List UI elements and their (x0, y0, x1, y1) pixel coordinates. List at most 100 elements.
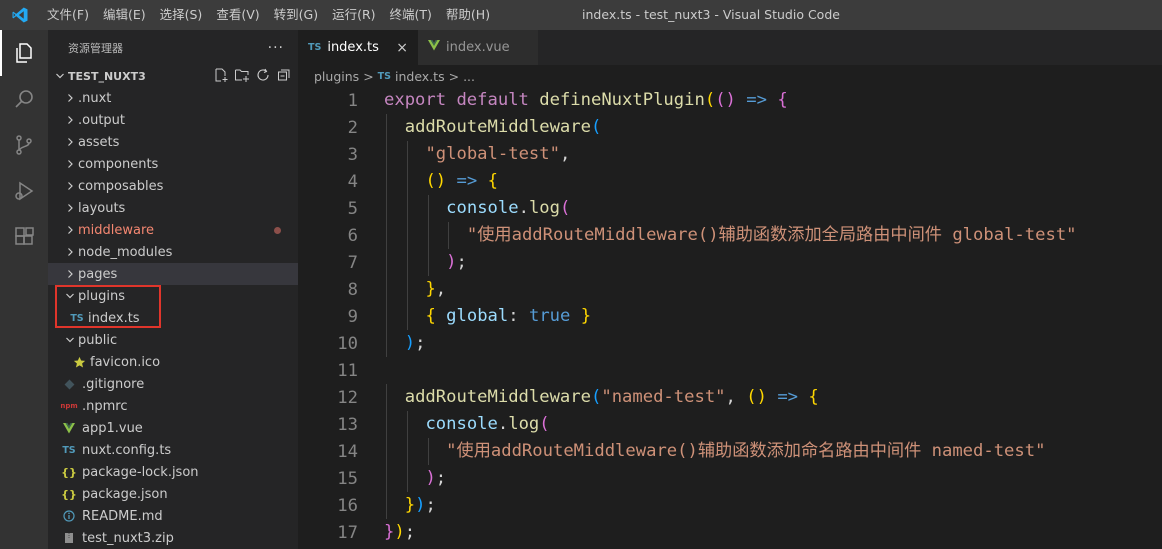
extensions-icon[interactable] (0, 214, 48, 260)
source-control-icon[interactable] (0, 122, 48, 168)
menu-edit[interactable]: 编辑(E) (96, 0, 153, 30)
tree-item-components[interactable]: components (48, 153, 298, 175)
more-actions-icon[interactable]: ··· (268, 40, 284, 56)
search-icon[interactable] (0, 76, 48, 122)
line-number: 2 (347, 117, 358, 138)
menu-view[interactable]: 查看(V) (209, 0, 266, 30)
new-file-icon[interactable] (213, 67, 229, 86)
tree-item-middleware[interactable]: middleware (48, 219, 298, 241)
tree-item-label: app1.vue (82, 420, 143, 436)
activity-bar (0, 30, 48, 549)
code-line[interactable]: 4 () => { (298, 168, 1162, 195)
tab-index-ts[interactable]: TS index.ts × (298, 30, 418, 65)
line-number: 17 (337, 522, 358, 543)
code-text: addRouteMiddleware( (404, 117, 602, 137)
tree-item-gitignore[interactable]: .gitignore (48, 373, 298, 395)
run-debug-icon[interactable] (0, 168, 48, 214)
tree-item-npmrc[interactable]: npm .npmrc (48, 395, 298, 417)
project-root[interactable]: TEST_NUXT3 (48, 65, 298, 87)
tree-item-label: .nuxt (78, 90, 112, 106)
tree-item-label: test_nuxt3.zip (82, 530, 174, 546)
code-line[interactable]: 6 "使用addRouteMiddleware()辅助函数添加全局路由中间件 g… (298, 222, 1162, 249)
menu-terminal[interactable]: 终端(T) (383, 0, 439, 30)
code-line[interactable]: 2 addRouteMiddleware( (298, 114, 1162, 141)
tree-item-label: layouts (78, 200, 126, 216)
tree-item-label: .output (78, 112, 126, 128)
new-folder-icon[interactable] (234, 67, 250, 86)
chevron-right-icon (62, 175, 78, 197)
line-number: 16 (337, 495, 358, 516)
line-number: 11 (337, 360, 358, 381)
menu-run[interactable]: 运行(R) (325, 0, 382, 30)
code-line[interactable]: 9 { global: true } (298, 303, 1162, 330)
line-number: 8 (347, 279, 358, 300)
tree-item-app1-vue[interactable]: app1.vue (48, 417, 298, 439)
code-editor[interactable]: 1 export default defineNuxtPlugin(() => {… (298, 87, 1162, 546)
tree-item-readme[interactable]: README.md (48, 505, 298, 527)
breadcrumb-tail[interactable]: ... (463, 69, 475, 84)
code-line[interactable]: 1 export default defineNuxtPlugin(() => { (298, 87, 1162, 114)
tree-item-output[interactable]: .output (48, 109, 298, 131)
vscode-logo-icon (0, 0, 40, 30)
chevron-down-icon (62, 329, 78, 351)
files-icon[interactable] (0, 30, 48, 76)
code-text: }); (384, 522, 416, 542)
typescript-file-icon: TS (62, 444, 76, 456)
highlight-box (55, 285, 161, 328)
menu-bar: 文件(F) 编辑(E) 选择(S) 查看(V) 转到(G) 运行(R) 终端(T… (40, 0, 497, 30)
tree-item-favicon[interactable]: favicon.ico (48, 351, 298, 373)
code-line[interactable]: 17}); (298, 519, 1162, 546)
vue-icon (60, 417, 78, 439)
code-line[interactable]: 7 ); (298, 249, 1162, 276)
menu-go[interactable]: 转到(G) (267, 0, 325, 30)
code-line[interactable]: 11 (298, 357, 1162, 384)
code-line[interactable]: 12 addRouteMiddleware("named-test", () =… (298, 384, 1162, 411)
tree-item-composables[interactable]: composables (48, 175, 298, 197)
tree-item-pages[interactable]: pages (48, 263, 298, 285)
title-bar: 文件(F) 编辑(E) 选择(S) 查看(V) 转到(G) 运行(R) 终端(T… (0, 0, 1162, 30)
chevron-right-icon (62, 153, 78, 175)
chevron-right-icon (62, 109, 78, 131)
zip-icon (60, 527, 78, 549)
code-line[interactable]: 16 }); (298, 492, 1162, 519)
tree-item-nuxt[interactable]: .nuxt (48, 87, 298, 109)
vue-icon (428, 40, 440, 55)
menu-help[interactable]: 帮助(H) (439, 0, 497, 30)
code-line[interactable]: 15 ); (298, 465, 1162, 492)
code-line[interactable]: 13 console.log( (298, 411, 1162, 438)
tree-item-label: .npmrc (82, 398, 128, 414)
breadcrumb-folder[interactable]: plugins (314, 69, 359, 84)
json-icon: {} (61, 487, 77, 501)
chevron-right-icon (62, 131, 78, 153)
refresh-icon[interactable] (255, 67, 271, 86)
menu-file[interactable]: 文件(F) (40, 0, 96, 30)
tree-item-public[interactable]: public (48, 329, 298, 351)
tree-item-assets[interactable]: assets (48, 131, 298, 153)
code-line[interactable]: 8 }, (298, 276, 1162, 303)
collapse-all-icon[interactable] (276, 67, 292, 86)
tree-item-label: favicon.ico (90, 354, 161, 370)
tree-item-node-modules[interactable]: node_modules (48, 241, 298, 263)
code-line[interactable]: 5 console.log( (298, 195, 1162, 222)
menu-selection[interactable]: 选择(S) (153, 0, 210, 30)
tree-item-package-json[interactable]: {} package.json (48, 483, 298, 505)
code-text: "使用addRouteMiddleware()辅助函数添加全局路由中间件 glo… (466, 225, 1077, 245)
tab-index-vue[interactable]: index.vue (418, 30, 538, 65)
tree-item-label: package.json (82, 486, 168, 502)
code-line[interactable]: 10 ); (298, 330, 1162, 357)
json-icon: {} (61, 465, 77, 479)
tree-item-zip[interactable]: test_nuxt3.zip (48, 527, 298, 549)
tree-item-package-lock[interactable]: {} package-lock.json (48, 461, 298, 483)
code-line[interactable]: 3 "global-test", (298, 141, 1162, 168)
tree-item-label: public (78, 332, 118, 348)
tree-item-layouts[interactable]: layouts (48, 197, 298, 219)
code-line[interactable]: 14 "使用addRouteMiddleware()辅助函数添加命名路由中间件 … (298, 438, 1162, 465)
code-text: ); (404, 333, 426, 353)
line-number: 6 (347, 225, 358, 246)
editor-area: TS index.ts × index.vue plugins > TS ind… (298, 30, 1162, 549)
breadcrumb-file[interactable]: index.ts (395, 69, 445, 84)
tree-item-nuxt-config[interactable]: TS nuxt.config.ts (48, 439, 298, 461)
close-icon[interactable]: × (396, 40, 408, 56)
line-number: 13 (337, 414, 358, 435)
typescript-file-icon: TS (377, 70, 391, 82)
